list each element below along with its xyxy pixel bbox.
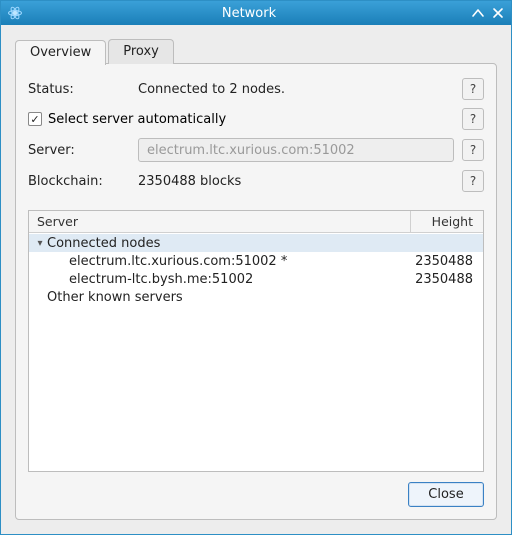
column-height[interactable]: Height <box>411 211 483 232</box>
help-autoselect-button[interactable]: ? <box>462 108 484 130</box>
status-label: Status: <box>28 82 138 97</box>
auto-select-label: Select server automatically <box>48 112 226 127</box>
server-input[interactable] <box>138 138 454 162</box>
tree-item-server: electrum-ltc.bysh.me:51002 <box>69 272 411 287</box>
tab-proxy[interactable]: Proxy <box>108 39 174 64</box>
server-tree[interactable]: Server Height ▾ Connected nodes electrum… <box>28 210 484 472</box>
tree-header: Server Height <box>29 211 483 233</box>
tree-group-connected[interactable]: ▾ Connected nodes <box>29 234 483 252</box>
help-server-button[interactable]: ? <box>462 139 484 161</box>
close-button[interactable]: Close <box>408 482 484 507</box>
tree-item[interactable]: electrum.ltc.xurious.com:51002 * 2350488 <box>29 252 483 270</box>
titlebar: Network <box>1 1 511 25</box>
button-row: Close <box>28 472 484 507</box>
question-mark-icon: ? <box>470 112 476 126</box>
help-blockchain-button[interactable]: ? <box>462 170 484 192</box>
overview-panel: Status: Connected to 2 nodes. ? ✓ Select… <box>15 63 497 520</box>
server-label: Server: <box>28 143 138 158</box>
blockchain-label: Blockchain: <box>28 174 138 189</box>
blockchain-value: 2350488 blocks <box>138 174 454 189</box>
question-mark-icon: ? <box>470 143 476 157</box>
tab-label: Overview <box>30 45 91 60</box>
tree-item-server: electrum.ltc.xurious.com:51002 * <box>69 254 411 269</box>
network-dialog: Network Overview Proxy Status: Connected… <box>0 0 512 535</box>
tree-item-height: 2350488 <box>411 254 483 269</box>
auto-select-checkbox[interactable]: ✓ Select server automatically <box>28 112 454 127</box>
close-icon[interactable] <box>491 6 505 20</box>
tree-body: ▾ Connected nodes electrum.ltc.xurious.c… <box>29 233 483 471</box>
help-status-button[interactable]: ? <box>462 78 484 100</box>
checkbox-checked-icon: ✓ <box>28 112 42 126</box>
question-mark-icon: ? <box>470 82 476 96</box>
tree-group-label: Connected nodes <box>47 236 411 251</box>
tree-item[interactable]: electrum-ltc.bysh.me:51002 2350488 <box>29 270 483 288</box>
tab-overview[interactable]: Overview <box>15 40 106 65</box>
dialog-content: Overview Proxy Status: Connected to 2 no… <box>1 25 511 534</box>
column-server[interactable]: Server <box>29 211 411 232</box>
close-button-label: Close <box>428 487 463 502</box>
electrum-app-icon <box>7 5 23 21</box>
tree-group-label: Other known servers <box>47 290 411 305</box>
question-mark-icon: ? <box>470 174 476 188</box>
tab-label: Proxy <box>123 44 159 59</box>
roll-up-icon[interactable] <box>471 6 485 20</box>
status-value: Connected to 2 nodes. <box>138 82 454 97</box>
window-title: Network <box>27 6 471 21</box>
tree-item-height: 2350488 <box>411 272 483 287</box>
chevron-down-icon[interactable]: ▾ <box>33 238 47 249</box>
tree-group-other[interactable]: Other known servers <box>29 288 483 306</box>
tab-bar: Overview Proxy <box>15 39 497 64</box>
